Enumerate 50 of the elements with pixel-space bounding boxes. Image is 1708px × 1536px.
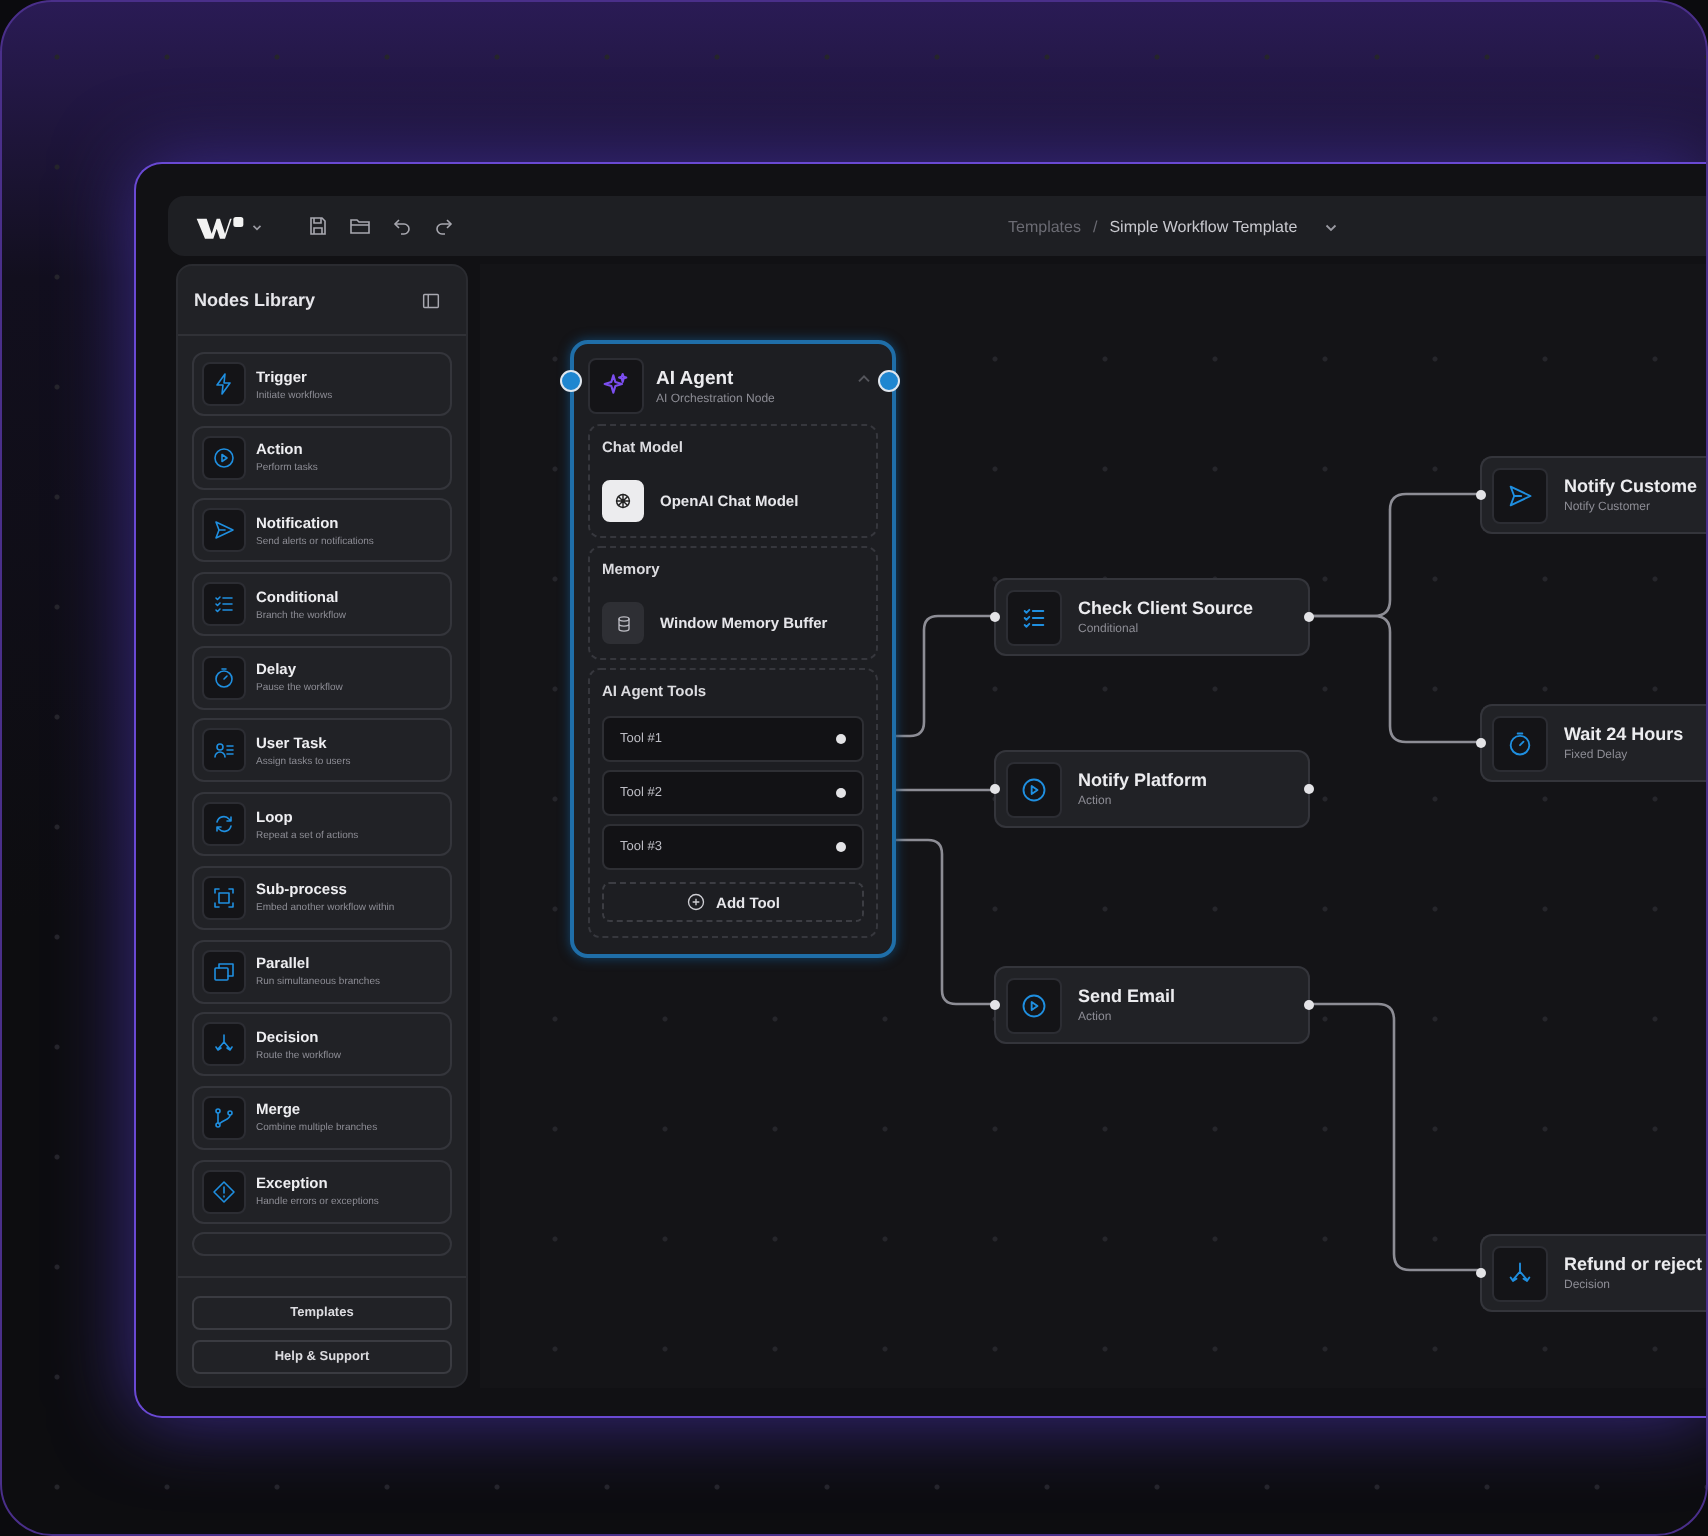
warning-diamond-icon [212, 1179, 236, 1204]
output-port[interactable] [878, 370, 900, 392]
node-title: Notify Platform [1078, 770, 1208, 790]
node-title: Refund or reject [1564, 1254, 1703, 1274]
branch-merge-icon [212, 1105, 236, 1130]
breadcrumb-link[interactable]: Simple Workflow Template [1109, 217, 1298, 235]
play-circle-icon [212, 445, 236, 470]
database-icon [613, 613, 633, 633]
frame-corners-icon [212, 885, 236, 910]
node-title: Notify Custome [1564, 476, 1698, 496]
input-port[interactable] [1476, 490, 1486, 500]
breadcrumb-separator: / [1092, 217, 1098, 235]
panel-title: Nodes Library [194, 290, 316, 310]
split-arrows-icon [212, 1032, 236, 1057]
output-port[interactable] [836, 734, 846, 744]
stopwatch-icon [212, 665, 236, 690]
user-list-icon [212, 738, 236, 763]
stacked-windows-icon [212, 959, 236, 983]
output-port[interactable] [836, 788, 846, 798]
input-port[interactable] [990, 1000, 1000, 1010]
output-port[interactable] [836, 842, 846, 852]
loop-arrows-icon [212, 812, 236, 837]
send-icon [212, 518, 236, 543]
stopwatch-icon [1506, 729, 1534, 757]
input-port[interactable] [1476, 1268, 1486, 1278]
sidebar-toggle-icon[interactable] [420, 289, 442, 311]
logo-icon[interactable] [192, 211, 248, 241]
plus-circle-icon [686, 892, 707, 912]
play-circle-icon [1020, 991, 1048, 1019]
node-title: AI Agent [656, 367, 736, 389]
output-port[interactable] [1304, 612, 1314, 622]
output-port[interactable] [1304, 1000, 1314, 1010]
input-port[interactable] [560, 370, 582, 392]
save-icon[interactable] [306, 214, 330, 238]
input-port[interactable] [990, 612, 1000, 622]
checklist-icon [212, 592, 236, 617]
node-title: Check Client Source [1078, 598, 1254, 618]
play-circle-icon [1020, 775, 1048, 803]
send-icon [1506, 481, 1534, 509]
undo-icon[interactable] [390, 214, 414, 238]
node-title: Wait 24 Hours [1564, 724, 1684, 744]
folder-icon[interactable] [348, 214, 372, 238]
redo-icon[interactable] [432, 214, 456, 238]
input-port[interactable] [990, 784, 1000, 794]
split-arrows-icon [1506, 1259, 1534, 1287]
trigger-bolt-icon [212, 372, 236, 396]
node-title: Send Email [1078, 986, 1176, 1006]
checklist-icon [1020, 603, 1048, 631]
output-port[interactable] [1304, 784, 1314, 794]
input-port[interactable] [1476, 738, 1486, 748]
